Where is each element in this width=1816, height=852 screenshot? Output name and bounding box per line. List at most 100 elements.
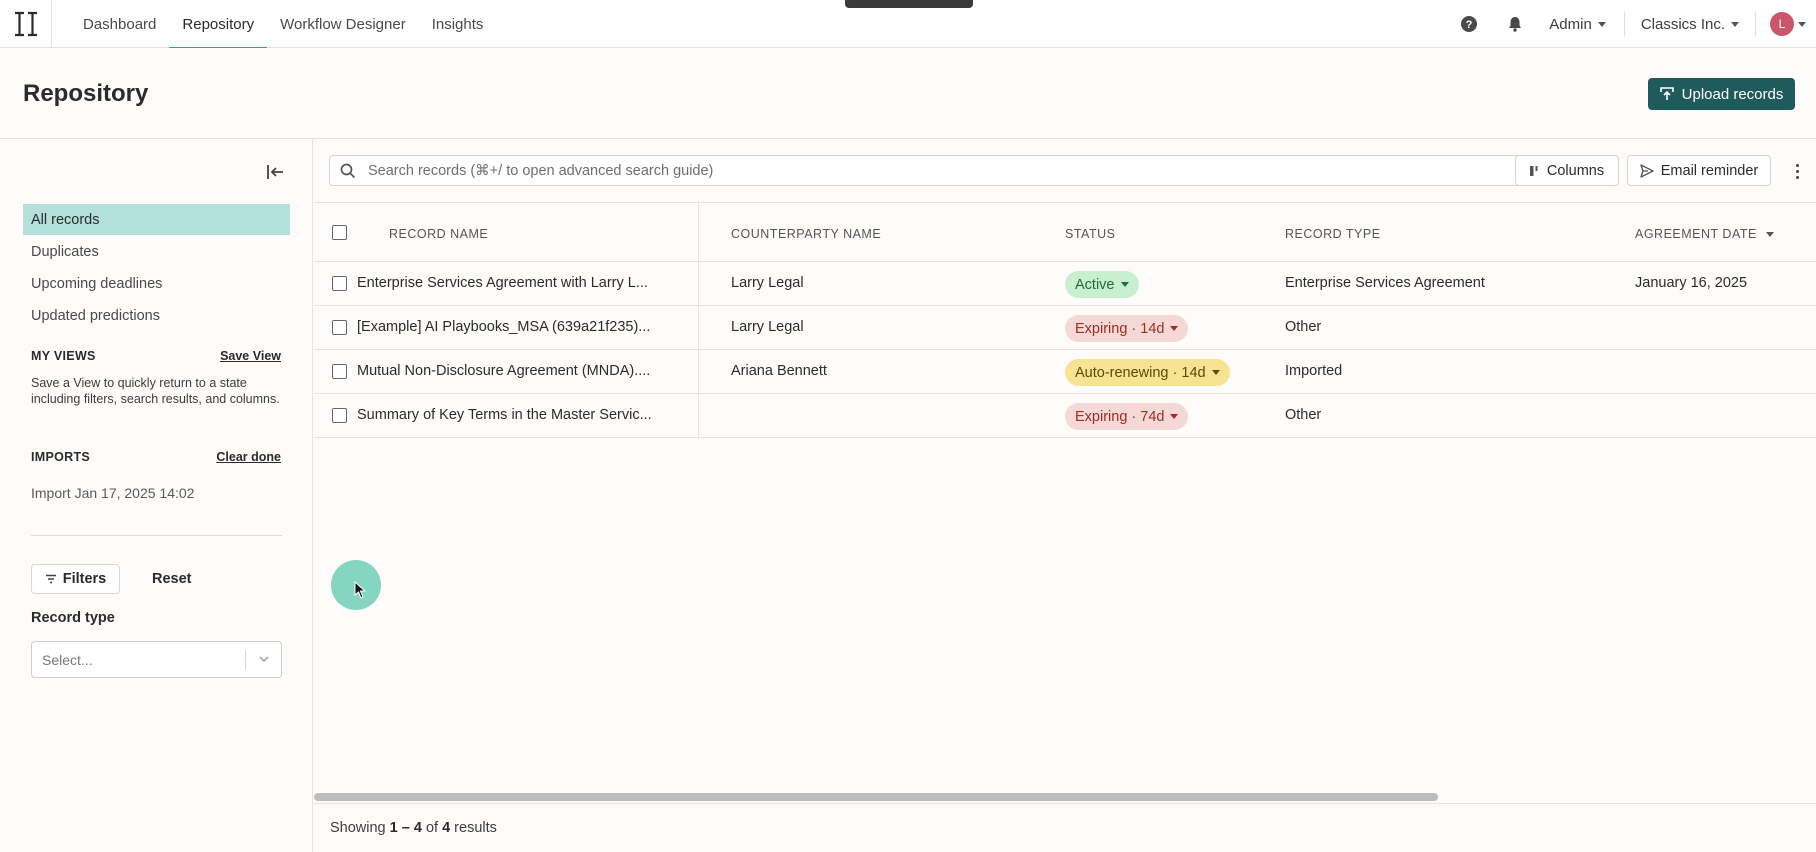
row-checkbox[interactable] <box>332 320 347 335</box>
avatar: L <box>1770 12 1794 36</box>
nav-tabs: Dashboard Repository Workflow Designer I… <box>70 0 497 49</box>
horizontal-scrollbar[interactable] <box>314 793 1438 801</box>
record-name[interactable]: Summary of Key Terms in the Master Servi… <box>357 407 652 423</box>
chevron-down-icon <box>1731 21 1739 27</box>
agreement-date: January 16, 2025 <box>1635 275 1748 291</box>
chevron-down-icon <box>1170 414 1179 419</box>
sidebar: All records Duplicates Upcoming deadline… <box>0 139 313 852</box>
bell-icon[interactable] <box>1503 12 1527 36</box>
org-dropdown[interactable]: Classics Inc. <box>1641 16 1739 33</box>
tab-repository[interactable]: Repository <box>169 0 267 49</box>
counterparty-name: Larry Legal <box>731 275 804 291</box>
sidebar-item-all-records[interactable]: All records <box>23 204 290 235</box>
header-status[interactable]: STATUS <box>1065 227 1115 241</box>
email-reminder-label: Email reminder <box>1660 162 1759 179</box>
record-type: Enterprise Services Agreement <box>1285 275 1485 291</box>
save-view-link[interactable]: Save View <box>220 349 281 363</box>
logo-icon[interactable] <box>0 0 52 48</box>
counterparty-name: Ariana Bennett <box>731 363 827 379</box>
row-checkbox[interactable] <box>332 408 347 423</box>
chevron-down-icon <box>1597 21 1606 27</box>
main-content: Columns Email reminder RECORD NAME COUNT… <box>314 139 1816 852</box>
results-suffix: results <box>454 820 497 836</box>
status-badge[interactable]: Active <box>1065 271 1139 298</box>
email-reminder-button[interactable]: Email reminder <box>1627 155 1771 186</box>
columns-icon <box>1529 165 1538 176</box>
table-row[interactable]: Summary of Key Terms in the Master Servi… <box>314 394 1816 438</box>
sidebar-item-upcoming-deadlines[interactable]: Upcoming deadlines <box>23 268 290 299</box>
search-icon <box>340 163 356 179</box>
record-type-label: Record type <box>31 610 115 626</box>
upload-records-label: Upload records <box>1681 85 1784 103</box>
filters-button[interactable]: Filters <box>31 564 120 594</box>
status-badge[interactable]: Expiring · 74d <box>1065 403 1189 430</box>
my-views-hint: Save a View to quickly return to a state… <box>31 376 280 406</box>
collapse-sidebar-icon[interactable] <box>264 161 286 183</box>
record-name[interactable]: Mutual Non-Disclosure Agreement (MNDA)..… <box>357 363 650 379</box>
counterparty-name: Larry Legal <box>731 319 804 335</box>
tab-dashboard[interactable]: Dashboard <box>70 0 169 48</box>
row-checkbox[interactable] <box>332 364 347 379</box>
chevron-down-icon <box>1798 21 1806 27</box>
send-icon <box>1640 163 1654 178</box>
svg-text:?: ? <box>1466 19 1473 31</box>
filters-label: Filters <box>62 571 107 587</box>
tab-insights[interactable]: Insights <box>419 0 497 48</box>
search-input[interactable] <box>368 160 1508 182</box>
status-badge[interactable]: Expiring · 14d <box>1065 315 1189 342</box>
user-menu[interactable]: L <box>1770 12 1806 36</box>
mouse-pointer-icon <box>354 581 366 599</box>
results-of: of <box>425 820 439 836</box>
divider <box>1755 12 1756 36</box>
record-name[interactable]: Enterprise Services Agreement with Larry… <box>357 275 648 291</box>
help-icon[interactable]: ? <box>1457 12 1481 36</box>
divider <box>245 650 246 670</box>
row-checkbox[interactable] <box>332 276 347 291</box>
sidebar-item-duplicates[interactable]: Duplicates <box>23 236 290 267</box>
results-summary: Showing 1 – 4 of 4 results <box>330 820 497 836</box>
records-table: RECORD NAME COUNTERPARTY NAME STATUS REC… <box>314 202 1816 438</box>
select-all-checkbox[interactable] <box>332 225 347 240</box>
record-type: Other <box>1285 407 1322 423</box>
top-nav: Dashboard Repository Workflow Designer I… <box>0 0 1816 49</box>
sidebar-item-updated-predictions[interactable]: Updated predictions <box>23 300 290 331</box>
results-footer: Showing 1 – 4 of 4 results <box>314 803 1816 852</box>
tab-workflow-designer[interactable]: Workflow Designer <box>267 0 419 48</box>
table-row[interactable]: Enterprise Services Agreement with Larry… <box>314 262 1816 306</box>
record-name[interactable]: [Example] AI Playbooks_MSA (639a21f235).… <box>357 319 650 335</box>
chevron-down-icon <box>1170 326 1179 331</box>
record-type-placeholder: Select... <box>42 652 93 668</box>
chevron-down-icon <box>1211 370 1220 375</box>
header-agreement-date[interactable]: AGREEMENT DATE <box>1635 227 1774 241</box>
results-prefix: Showing <box>330 820 386 836</box>
reset-button[interactable]: Reset <box>152 571 192 587</box>
more-options-icon[interactable] <box>1789 159 1805 183</box>
import-item[interactable]: Import Jan 17, 2025 14:02 <box>31 485 194 501</box>
admin-dropdown[interactable]: Admin <box>1549 16 1606 33</box>
upload-records-button[interactable]: Upload records <box>1648 78 1795 110</box>
admin-label: Admin <box>1549 15 1592 33</box>
header-record-type[interactable]: RECORD TYPE <box>1285 227 1381 241</box>
divider <box>31 535 282 536</box>
status-label: Active <box>1075 276 1115 293</box>
record-type-select[interactable]: Select... <box>31 641 282 678</box>
chevron-down-icon <box>1120 282 1129 287</box>
upload-icon <box>1659 87 1674 100</box>
clear-done-link[interactable]: Clear done <box>216 450 281 464</box>
chevron-down-icon <box>259 656 269 663</box>
table-row[interactable]: [Example] AI Playbooks_MSA (639a21f235).… <box>314 306 1816 350</box>
header-record-name[interactable]: RECORD NAME <box>389 227 488 241</box>
results-range: 1 – 4 <box>389 820 422 836</box>
status-label: Auto-renewing · 14d <box>1075 364 1206 381</box>
search-bar[interactable] <box>329 155 1521 186</box>
columns-button[interactable]: Columns <box>1515 155 1619 186</box>
record-type: Other <box>1285 319 1322 335</box>
page-header: Repository Upload records <box>0 48 1816 139</box>
header-agreement-date-label: AGREEMENT DATE <box>1635 227 1757 241</box>
top-handle <box>845 0 973 8</box>
header-counterparty-name[interactable]: COUNTERPARTY NAME <box>731 227 881 241</box>
sort-desc-icon <box>1765 232 1774 238</box>
status-badge[interactable]: Auto-renewing · 14d <box>1065 359 1230 386</box>
table-row[interactable]: Mutual Non-Disclosure Agreement (MNDA)..… <box>314 350 1816 394</box>
my-views-heading: MY VIEWS <box>31 349 96 363</box>
